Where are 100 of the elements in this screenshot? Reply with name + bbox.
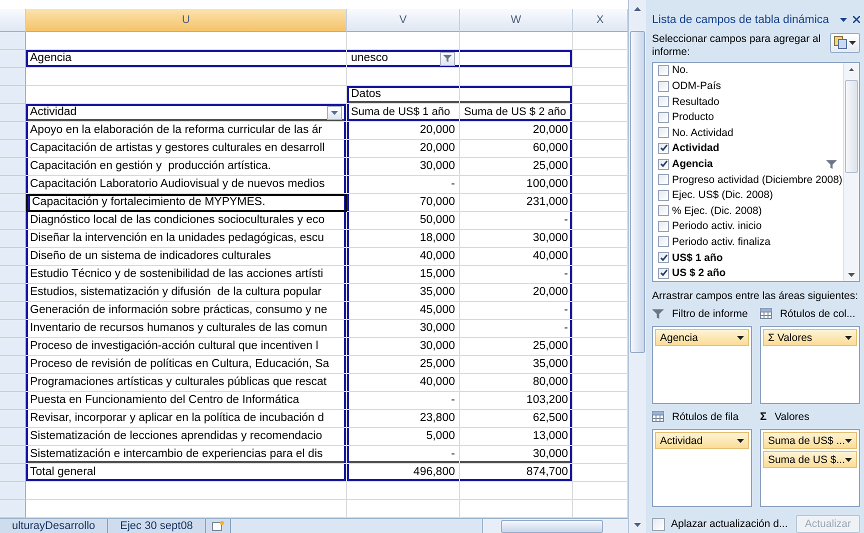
row-header-cell[interactable] bbox=[0, 32, 26, 50]
scroll-down-icon bbox=[634, 522, 641, 526]
field-label[interactable]: Agencia bbox=[672, 158, 823, 170]
drop-area[interactable]: Agencia bbox=[652, 326, 752, 404]
value-cell: 35,000 bbox=[460, 356, 573, 374]
row-header-cell[interactable] bbox=[0, 356, 26, 374]
field-label[interactable]: Periodo activ. inicio bbox=[672, 220, 843, 232]
value-cell: 30,000 bbox=[460, 230, 573, 248]
row-header-cell[interactable] bbox=[0, 176, 26, 194]
row-header-cell[interactable] bbox=[0, 230, 26, 248]
field-checkbox[interactable] bbox=[658, 112, 669, 123]
value-cell: 231,000 bbox=[460, 194, 573, 212]
row-header-cell[interactable] bbox=[0, 158, 26, 176]
field-checkbox[interactable] bbox=[658, 220, 669, 232]
drop-area[interactable]: Σ Valores bbox=[760, 326, 860, 404]
defer-checkbox[interactable] bbox=[652, 518, 665, 530]
filter-value: unesco bbox=[351, 51, 388, 66]
pane-title: Lista de campos de tabla dinámica bbox=[652, 14, 830, 26]
row-header-cell[interactable] bbox=[0, 338, 26, 356]
area-field-chip[interactable]: Suma de US $... bbox=[762, 451, 857, 468]
area-field-chip[interactable]: Σ Valores bbox=[762, 329, 857, 346]
field-checkbox[interactable] bbox=[658, 96, 669, 108]
area-field-chip[interactable]: Agencia bbox=[655, 329, 749, 346]
row-header-cell[interactable] bbox=[0, 464, 26, 482]
field-label[interactable]: No. bbox=[672, 64, 843, 76]
row-header-cell[interactable] bbox=[0, 428, 26, 446]
row-header-cell[interactable] bbox=[0, 68, 26, 86]
value-cell: 15,000 bbox=[347, 266, 460, 284]
row-header-cell[interactable] bbox=[0, 284, 26, 302]
column-header-label[interactable]: U bbox=[26, 9, 347, 32]
horizontal-scrollbar[interactable] bbox=[482, 519, 628, 533]
header-dropdown-button[interactable] bbox=[327, 106, 342, 120]
field-checkbox[interactable] bbox=[658, 236, 669, 248]
drop-area[interactable]: Suma de US$ ... Suma de US $... bbox=[760, 429, 860, 507]
row-header-cell[interactable] bbox=[0, 248, 26, 266]
list-scrollbar[interactable] bbox=[843, 62, 859, 281]
row-label-cell: Capacitación Laboratorio Audiovisual y de nuevos medios bbox=[26, 176, 347, 194]
filter-dropdown-button[interactable] bbox=[440, 52, 455, 66]
row-header-cell[interactable] bbox=[0, 50, 26, 68]
insert-sheet-tab[interactable] bbox=[206, 519, 231, 533]
field-checkbox[interactable] bbox=[658, 174, 669, 186]
row-header-cell[interactable] bbox=[0, 194, 26, 212]
area-field-chip[interactable]: Suma de US$ ... bbox=[762, 432, 857, 449]
row-header-cell[interactable] bbox=[0, 122, 26, 140]
field-label[interactable]: No. Actividad bbox=[672, 126, 843, 139]
area-title: Valores bbox=[774, 410, 810, 422]
area-field-chip[interactable]: Actividad bbox=[655, 432, 749, 449]
column-header-label[interactable]: V bbox=[347, 9, 460, 32]
field-checkbox[interactable] bbox=[658, 268, 669, 279]
field-label[interactable]: Resultado bbox=[672, 96, 843, 108]
sheet-tab[interactable]: Ejec 30 sept08 bbox=[108, 519, 206, 533]
row-header-cell[interactable] bbox=[0, 500, 26, 518]
field-checkbox[interactable] bbox=[658, 127, 669, 138]
row-header-cell[interactable] bbox=[0, 374, 26, 392]
row-header-cell[interactable] bbox=[0, 302, 26, 320]
value-cell: 70,000 bbox=[347, 194, 460, 212]
field-label[interactable]: Producto bbox=[672, 111, 843, 124]
field-label[interactable]: Periodo activ. finaliza bbox=[672, 236, 843, 248]
value-cell: - bbox=[460, 266, 573, 284]
value-cell: 20,000 bbox=[347, 140, 460, 158]
row-header-cell[interactable] bbox=[0, 392, 26, 410]
field-label[interactable]: ODM-País bbox=[672, 80, 843, 92]
value-cell: 13,000 bbox=[460, 428, 573, 446]
row-header-cell[interactable] bbox=[0, 446, 26, 464]
row-header-cell[interactable] bbox=[0, 482, 26, 500]
column-header-label[interactable]: W bbox=[460, 9, 573, 32]
scroll-down-icon bbox=[848, 272, 855, 277]
row-header-cell[interactable] bbox=[0, 410, 26, 428]
field-checkbox[interactable] bbox=[658, 252, 669, 264]
column-header-label[interactable]: X bbox=[573, 9, 628, 32]
row-header-cell[interactable] bbox=[0, 320, 26, 338]
field-label[interactable]: US$ 1 año bbox=[672, 252, 843, 264]
area-title: Filtro de informe bbox=[672, 308, 748, 320]
field-checkbox[interactable] bbox=[658, 64, 669, 76]
value-cell: 80,000 bbox=[460, 374, 573, 392]
field-label[interactable]: Progreso actividad (Diciembre 2008) bbox=[672, 174, 843, 186]
layout-button[interactable] bbox=[830, 32, 860, 53]
field-checkbox[interactable] bbox=[658, 190, 669, 201]
field-checkbox[interactable] bbox=[658, 80, 669, 92]
caret-icon bbox=[845, 336, 852, 340]
value-cell: 20,000 bbox=[460, 284, 573, 302]
field-checkbox[interactable] bbox=[658, 142, 669, 154]
field-label[interactable]: US $ 2 año bbox=[672, 267, 843, 280]
drop-area[interactable]: Actividad bbox=[652, 429, 752, 507]
vertical-scrollbar[interactable] bbox=[628, 0, 646, 533]
field-label[interactable]: Ejec. US$ (Dic. 2008) bbox=[672, 189, 843, 202]
close-icon[interactable] bbox=[853, 16, 860, 24]
row-header-cell[interactable] bbox=[0, 104, 26, 122]
row-header-cell[interactable] bbox=[0, 212, 26, 230]
select-all-corner[interactable] bbox=[0, 9, 26, 32]
row-header-cell[interactable] bbox=[0, 140, 26, 158]
field-label[interactable]: % Ejec. (Dic. 2008) bbox=[672, 204, 843, 217]
sheet-tab[interactable]: ulturayDesarrollo bbox=[0, 519, 108, 533]
field-checkbox[interactable] bbox=[658, 205, 669, 216]
field-label[interactable]: Actividad bbox=[672, 142, 843, 154]
row-header-cell[interactable] bbox=[0, 266, 26, 284]
row-header-cell[interactable] bbox=[0, 86, 26, 104]
field-checkbox[interactable] bbox=[658, 158, 669, 170]
value-cell: 30,000 bbox=[347, 338, 460, 356]
row-label-cell: Revisar, incorporar y aplicar en la política de incubación d bbox=[26, 410, 347, 428]
